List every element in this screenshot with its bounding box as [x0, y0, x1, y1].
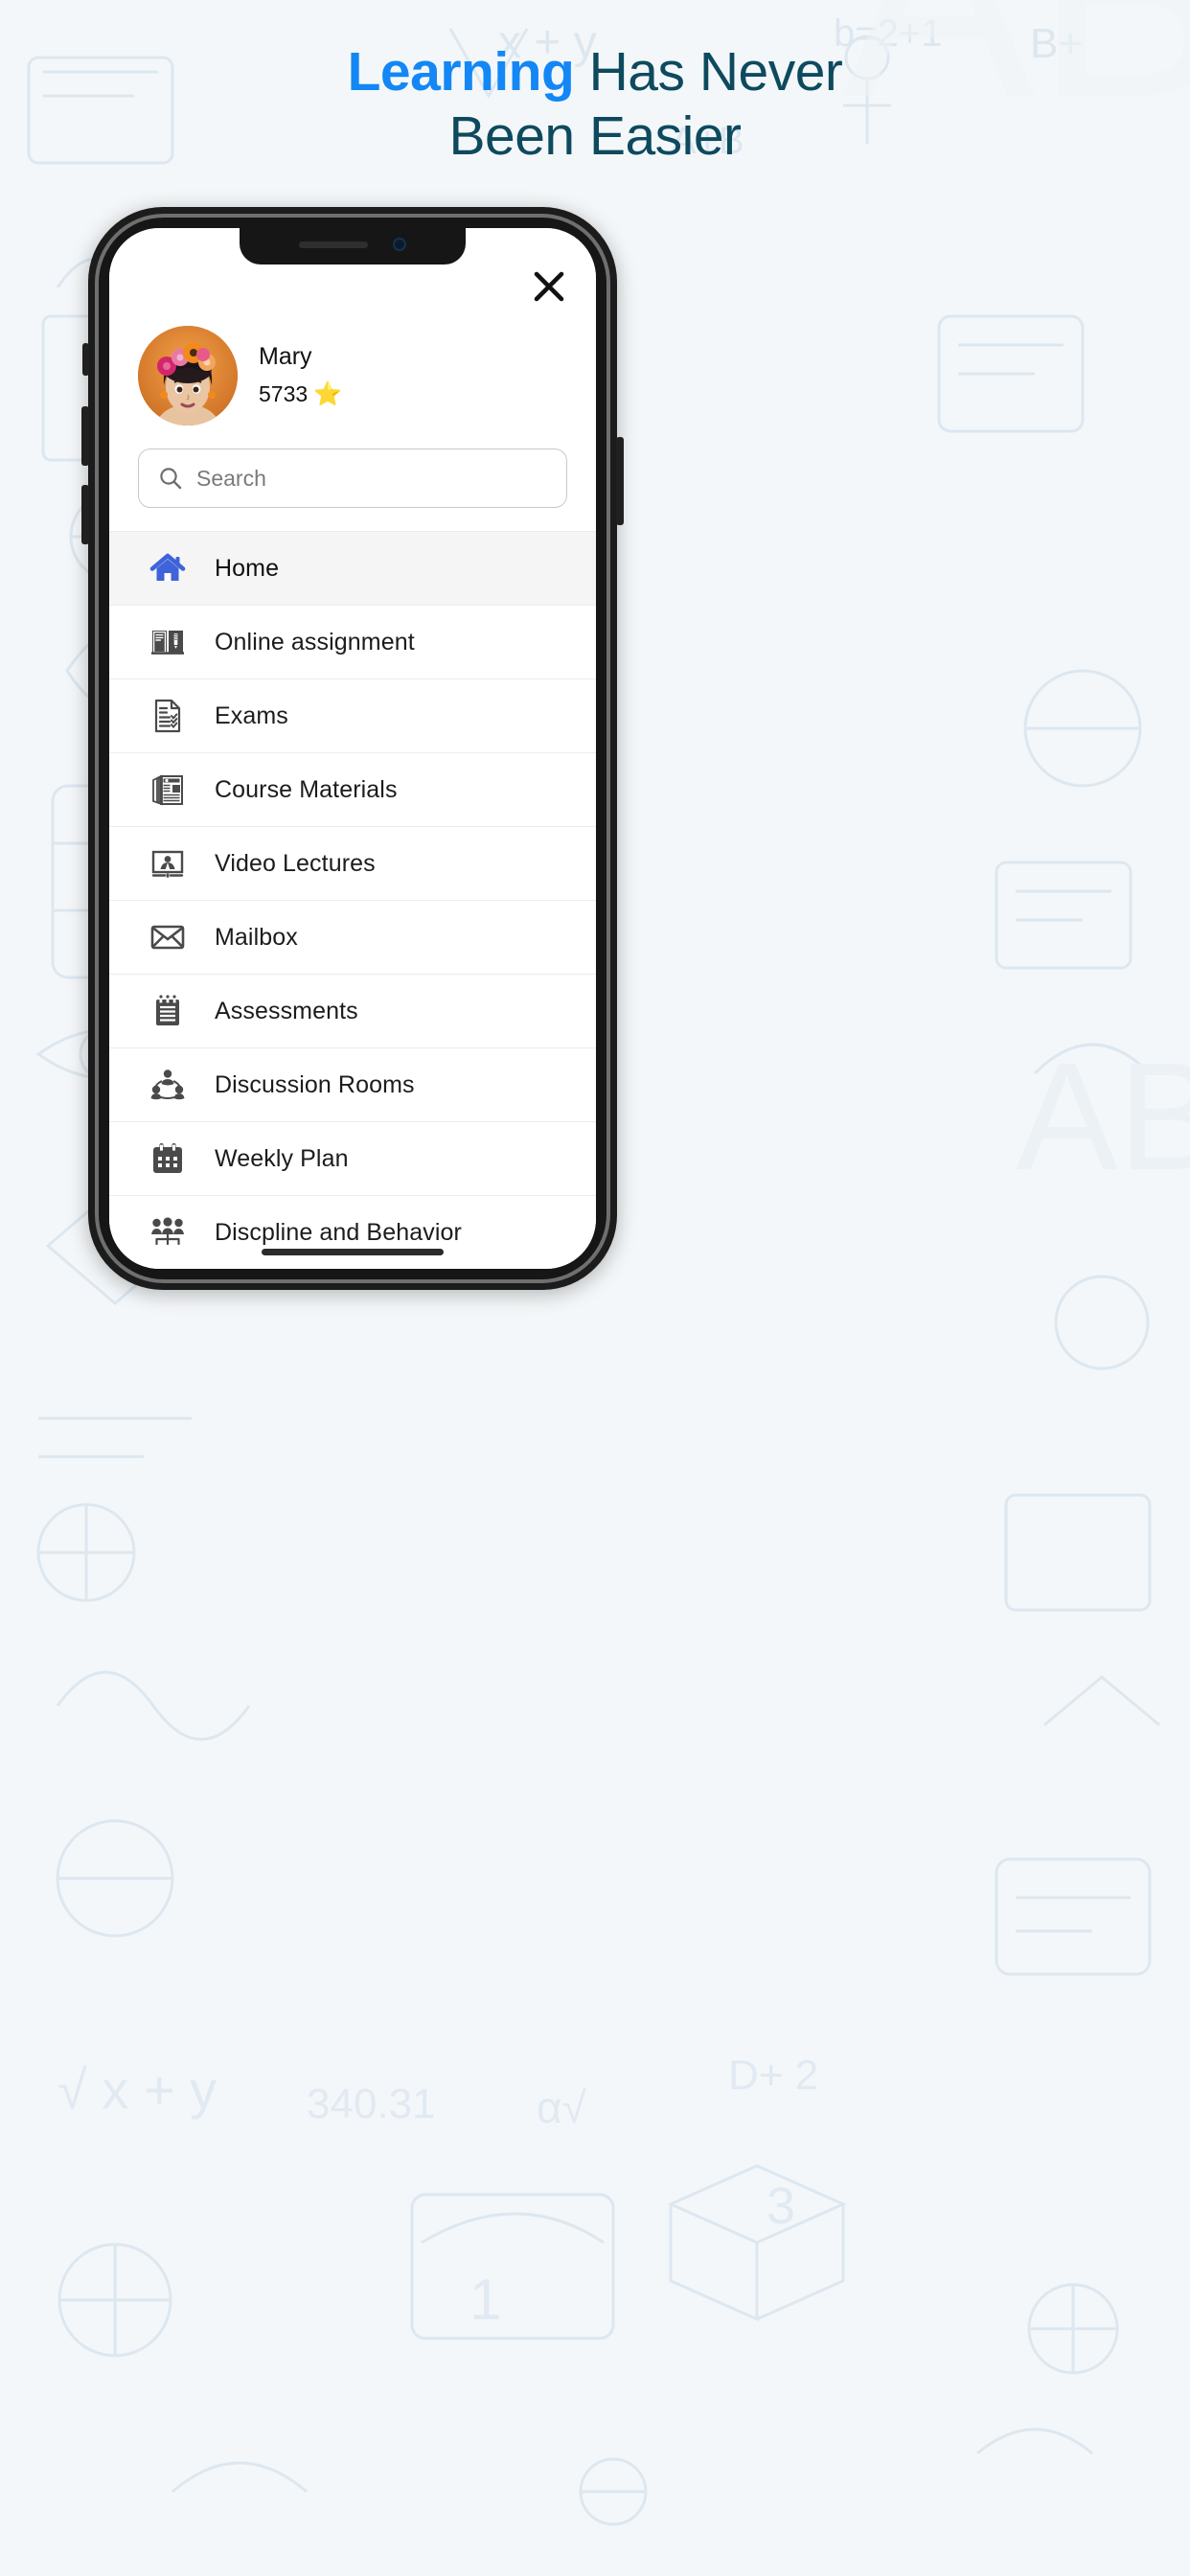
phone-screen: Mary 5733 ⭐ Search Home Online assignmen… — [109, 228, 596, 1269]
sidebar-item-online-assignment[interactable]: Online assignment — [109, 605, 596, 678]
search-section — [109, 431, 596, 508]
svg-text:ABC: ABC — [1016, 1030, 1190, 1202]
sidebar-item-label: Exams — [215, 702, 288, 729]
user-points: 5733 ⭐ — [259, 381, 342, 407]
phone-notch — [240, 228, 466, 264]
star-icon: ⭐ — [313, 380, 343, 407]
sidebar-item-weekly-plan[interactable]: Weekly Plan — [109, 1121, 596, 1195]
user-name: Mary — [259, 343, 312, 371]
front-camera-icon — [393, 238, 406, 251]
sidebar-item-home[interactable]: Home — [109, 531, 596, 605]
book-pencil-icon — [148, 622, 188, 662]
search-box[interactable] — [138, 448, 567, 508]
speaker-grille-icon — [299, 241, 368, 248]
close-icon — [534, 271, 564, 302]
home-icon — [148, 548, 188, 588]
sidebar-item-assessments[interactable]: Assessments — [109, 974, 596, 1047]
sidebar-item-label: Mailbox — [215, 923, 298, 951]
sidebar-item-discussion-rooms[interactable]: Discussion Rooms — [109, 1047, 596, 1121]
phone-volume-up-button[interactable] — [81, 406, 89, 466]
page-headline: Learning Has Never Been Easier — [0, 40, 1190, 170]
people-hierarchy-icon — [148, 1212, 188, 1253]
svg-text:3: 3 — [767, 2177, 795, 2235]
search-input[interactable] — [196, 465, 547, 492]
headline-line-1-rest: Has Never — [574, 41, 843, 103]
sidebar-item-discipline-and-behavior[interactable]: Discpline and Behavior — [109, 1195, 596, 1269]
sidebar-item-exams[interactable]: Exams — [109, 678, 596, 752]
sidebar-item-course-materials[interactable]: Course Materials — [109, 752, 596, 826]
sidebar-item-label: Course Materials — [215, 775, 398, 803]
presenter-screen-icon — [148, 843, 188, 884]
svg-text:α√: α√ — [537, 2082, 587, 2132]
people-group-circle-icon — [148, 1065, 188, 1105]
sidebar-item-label: Online assignment — [215, 628, 415, 656]
notepad-icon — [148, 991, 188, 1031]
checklist-document-icon — [148, 696, 188, 736]
headline-highlight: Learning — [347, 41, 575, 103]
search-icon — [160, 468, 182, 490]
phone-mute-switch[interactable] — [82, 343, 89, 376]
sidebar-item-label: Home — [215, 554, 280, 582]
user-points-value: 5733 — [259, 381, 309, 407]
svg-text:D+ 2: D+ 2 — [728, 2052, 818, 2099]
sidebar-item-label: Video Lectures — [215, 849, 376, 877]
navigation-menu: Home Online assignment Exams Course Mate… — [109, 531, 596, 1269]
newspaper-icon — [148, 770, 188, 810]
sidebar-item-label: Assessments — [215, 997, 358, 1024]
girl-with-flower-crown-avatar-image — [138, 325, 238, 426]
sidebar-item-label: Discpline and Behavior — [215, 1218, 462, 1246]
user-profile[interactable]: Mary 5733 ⭐ — [109, 313, 596, 431]
sidebar-item-mailbox[interactable]: Mailbox — [109, 900, 596, 974]
calendar-icon — [148, 1138, 188, 1179]
sidebar-item-video-lectures[interactable]: Video Lectures — [109, 826, 596, 900]
navigation-drawer: Mary 5733 ⭐ Search Home Online assignmen… — [109, 228, 596, 1269]
close-drawer-button[interactable] — [527, 264, 571, 309]
svg-text:1: 1 — [469, 2267, 501, 2332]
svg-text:√ x + y: √ x + y — [57, 2059, 217, 2120]
home-indicator[interactable] — [262, 1249, 444, 1255]
headline-line-2: Been Easier — [448, 105, 742, 168]
phone-volume-down-button[interactable] — [81, 485, 89, 544]
phone-power-button[interactable] — [616, 437, 624, 525]
sidebar-item-label: Discussion Rooms — [215, 1070, 415, 1098]
phone-mockup: Mary 5733 ⭐ Search Home Online assignmen… — [81, 207, 624, 1290]
envelope-icon — [148, 917, 188, 957]
headline-line-1: Learning Has Never — [0, 40, 1190, 104]
avatar — [138, 325, 238, 426]
profile-text: Mary 5733 ⭐ — [259, 343, 342, 407]
drawer-header — [109, 257, 596, 313]
sidebar-item-label: Weekly Plan — [215, 1144, 349, 1172]
svg-text:340.31: 340.31 — [307, 2081, 436, 2128]
